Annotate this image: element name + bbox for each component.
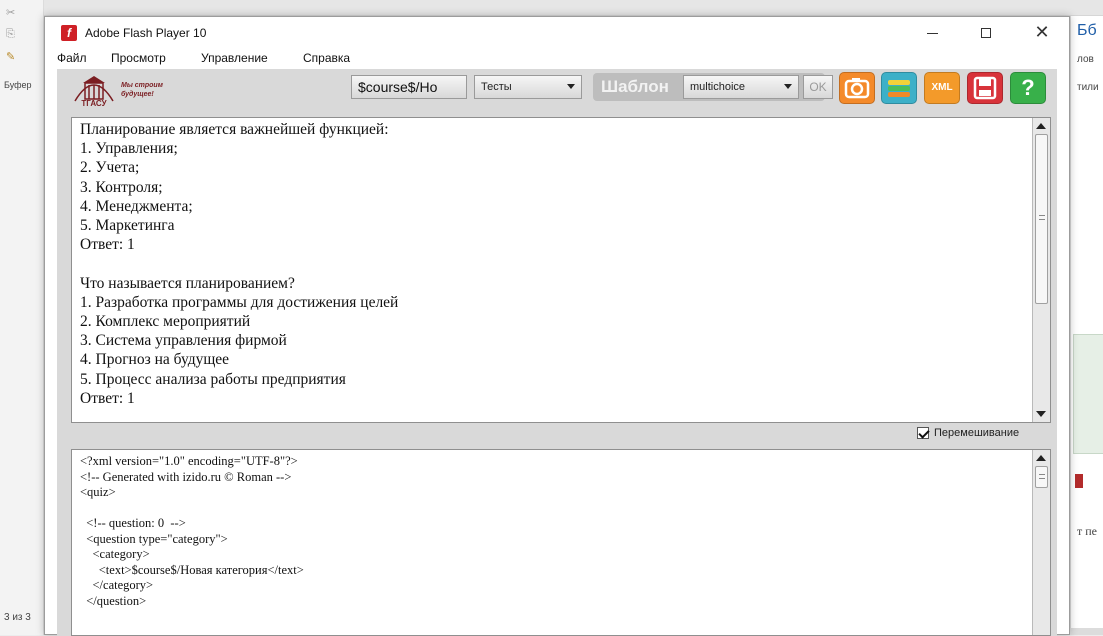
screenshot-button[interactable] (839, 72, 875, 104)
close-button[interactable]: ✕ (1019, 17, 1065, 47)
scroll-down-icon[interactable] (1036, 411, 1046, 417)
menu-control[interactable]: Управление (201, 51, 268, 65)
clipboard-group-label: Буфер (4, 80, 32, 90)
shuffle-checkbox[interactable]: Перемешивание (917, 427, 1019, 445)
scroll-thumb[interactable] (1035, 466, 1048, 488)
xml-scrollbar[interactable] (1032, 450, 1050, 635)
quiz-converter-app: ТГАСУ Мы строим будущее! $course$/Ho Тес… (57, 69, 1057, 636)
grip-icon (1039, 474, 1045, 479)
minimize-icon (926, 32, 938, 34)
menu-help[interactable]: Справка (303, 51, 350, 65)
mode-select[interactable]: Тесты (474, 75, 582, 99)
background-mark (1075, 474, 1083, 488)
ok-button[interactable]: OK (803, 75, 833, 99)
chevron-down-icon (784, 84, 792, 89)
background-ribbon-text: тили (1077, 82, 1099, 93)
close-icon: ✕ (1034, 22, 1050, 42)
grip-icon (1039, 215, 1045, 220)
window-title: Adobe Flash Player 10 (85, 26, 207, 40)
checkmark-icon[interactable] (917, 427, 929, 440)
shuffle-label: Перемешивание (934, 427, 1020, 439)
layers-icon (888, 80, 910, 97)
background-style-preview: Бб (1077, 22, 1097, 39)
logo-slogan: Мы строим будущее! (121, 82, 163, 98)
title-bar[interactable]: f Adobe Flash Player 10 ✕ (45, 17, 1069, 47)
background-document-text: т пе (1077, 524, 1097, 538)
questions-text[interactable]: Планирование является важнейшей функцией… (72, 118, 1032, 422)
floppy-disk-icon (973, 76, 997, 100)
background-window-strip (44, 0, 1103, 16)
camera-icon (844, 78, 870, 99)
copy-icon: ⎘ (6, 28, 15, 40)
template-label: Шаблон (601, 77, 669, 96)
background-left-panel: ✂ ⎘ ✎ Буфер 3 из 3 (0, 0, 44, 635)
template-select-value: multichoice (690, 81, 746, 93)
mode-select-value: Тесты (481, 81, 512, 93)
layers-button[interactable] (881, 72, 917, 104)
xml-icon: XML (931, 82, 953, 93)
cut-icon: ✂ (6, 7, 16, 19)
scroll-up-icon[interactable] (1036, 455, 1046, 461)
question-mark-icon: ? (1021, 75, 1035, 100)
logo-caption: ТГАСУ (81, 99, 107, 108)
questions-text-area[interactable]: Планирование является важнейшей функцией… (71, 117, 1051, 423)
save-button[interactable] (967, 72, 1003, 104)
xml-output-text[interactable]: <?xml version="1.0" encoding="UTF-8"?> <… (72, 450, 1032, 635)
flash-player-icon: f (61, 25, 77, 41)
chevron-down-icon (567, 84, 575, 89)
template-select[interactable]: multichoice (683, 75, 799, 99)
scroll-thumb[interactable] (1035, 134, 1048, 304)
page-counter: 3 из 3 (4, 612, 31, 623)
background-ribbon-text: лов (1077, 54, 1094, 65)
menu-bar: Файл Просмотр Управление Справка (45, 47, 1069, 67)
maximize-button[interactable] (963, 17, 1009, 47)
scroll-up-icon[interactable] (1036, 123, 1046, 129)
background-right-panel: Бб лов тили т пе (1070, 16, 1103, 635)
flash-player-window: f Adobe Flash Player 10 ✕ Файл Просмотр … (44, 16, 1070, 636)
course-path-field[interactable]: $course$/Ho (351, 75, 467, 99)
help-button[interactable]: ? (1010, 72, 1046, 104)
maximize-icon (981, 28, 991, 39)
toolbar: ТГАСУ Мы строим будущее! $course$/Ho Тес… (57, 69, 1057, 109)
format-painter-icon: ✎ (6, 51, 16, 63)
background-panel (1073, 334, 1103, 454)
xml-output-area[interactable]: <?xml version="1.0" encoding="UTF-8"?> <… (71, 449, 1051, 636)
export-xml-button[interactable]: XML (924, 72, 960, 104)
menu-view[interactable]: Просмотр (111, 51, 166, 65)
minimize-button[interactable] (909, 17, 955, 47)
menu-file[interactable]: Файл (57, 51, 87, 65)
questions-scrollbar[interactable] (1032, 118, 1050, 422)
